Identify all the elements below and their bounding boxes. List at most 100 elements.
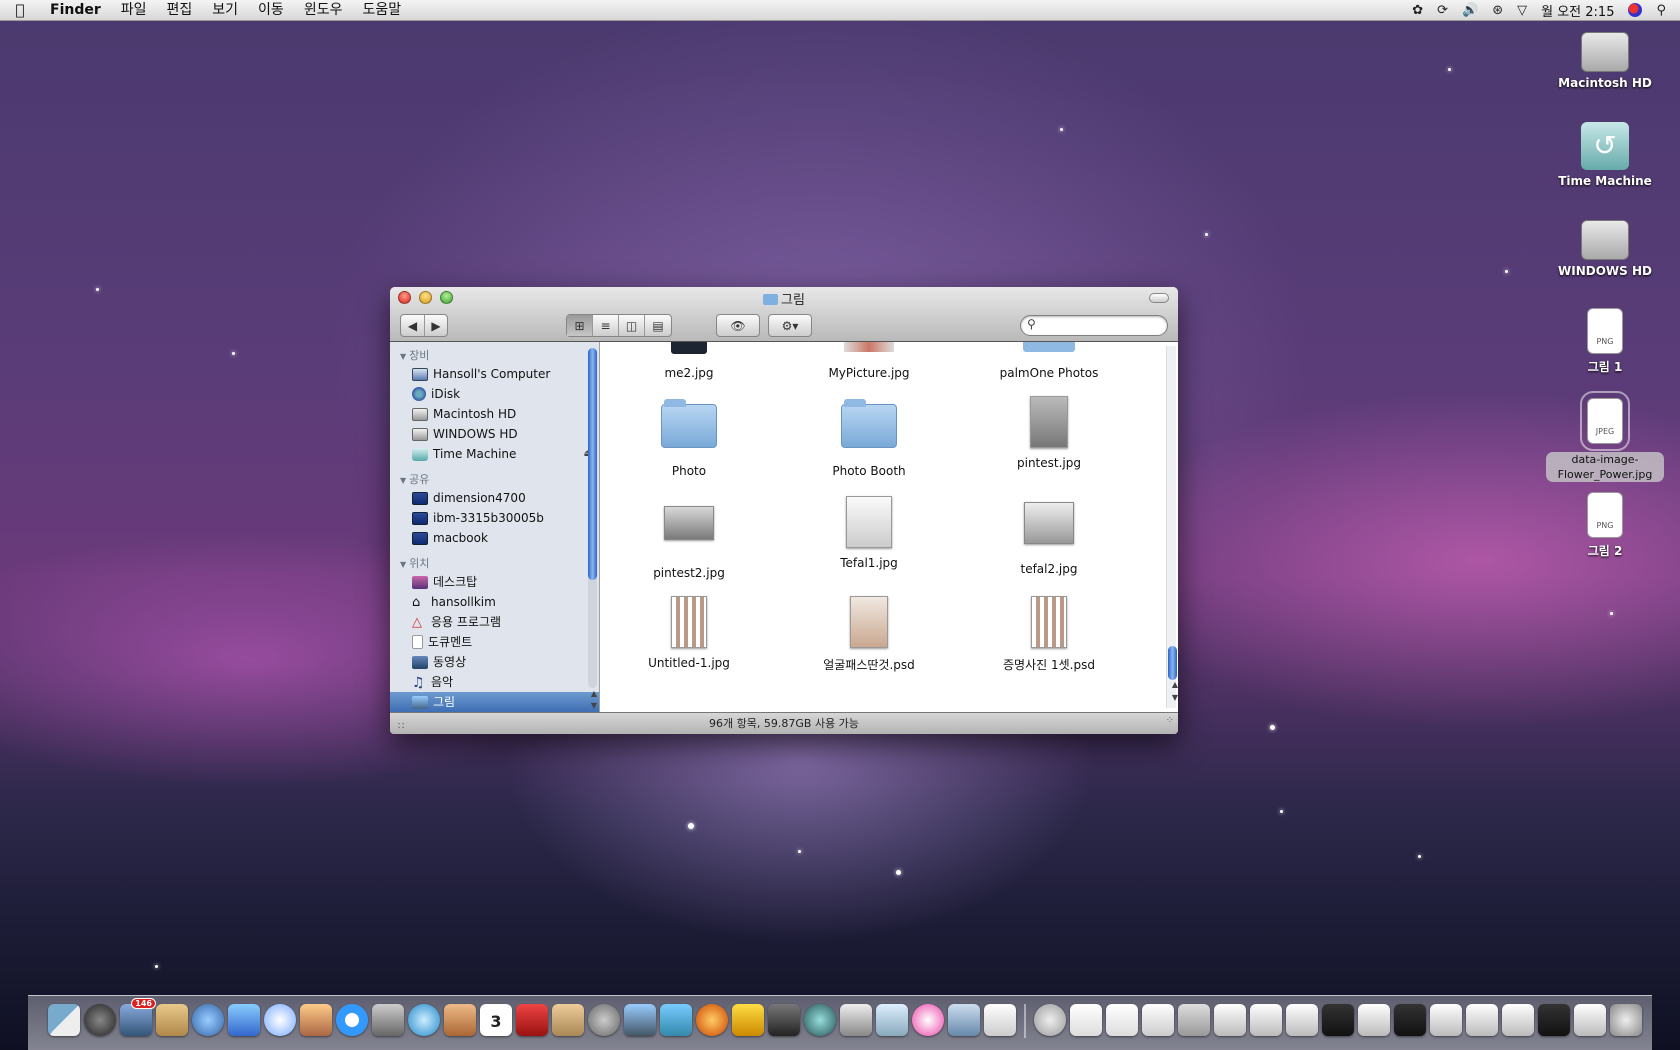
- safari-icon[interactable]: [192, 1004, 224, 1036]
- resize-grip-icon[interactable]: ⁘: [1166, 710, 1174, 731]
- minimized-window-icon[interactable]: [1430, 1004, 1462, 1036]
- dashboard-icon[interactable]: [84, 1004, 116, 1036]
- file-item[interactable]: 증명사진 1셋.psd: [969, 594, 1129, 673]
- disclosure-triangle-icon[interactable]: ▼: [400, 473, 406, 489]
- file-item[interactable]: tefal2.jpg: [969, 494, 1129, 576]
- script-menu-icon[interactable]: ✿: [1412, 3, 1423, 18]
- menu-file[interactable]: 파일: [111, 0, 157, 21]
- desktop-icon-time-machine[interactable]: ↺ Time Machine: [1530, 122, 1680, 188]
- downloads-icon[interactable]: [1034, 1004, 1066, 1036]
- app-icon[interactable]: [876, 1004, 908, 1036]
- minimized-window-icon[interactable]: [1394, 1004, 1426, 1036]
- minimized-window-icon[interactable]: [1502, 1004, 1534, 1036]
- content-scrollbar[interactable]: [1166, 346, 1177, 708]
- sidebar-section-shared[interactable]: ▼ 공유: [390, 472, 599, 488]
- minimized-window-icon[interactable]: [1322, 1004, 1354, 1036]
- clock[interactable]: 월 오전 2:15: [1541, 1, 1614, 20]
- sidebar-section-places[interactable]: ▼ 위치: [390, 556, 599, 572]
- bluetooth-icon[interactable]: ⊛: [1492, 3, 1503, 18]
- file-item[interactable]: me2.jpg: [609, 342, 769, 380]
- file-item[interactable]: Photo Booth: [789, 394, 949, 478]
- file-item[interactable]: Photo: [609, 394, 769, 478]
- sidebar-item-time-machine[interactable]: Time Machine⏏: [390, 444, 599, 464]
- desktop-icon-picture-1[interactable]: PNG 그림 1: [1530, 308, 1680, 375]
- sidebar-item-home[interactable]: ⌂ hansollkim: [390, 592, 599, 612]
- time-machine-icon[interactable]: [804, 1004, 836, 1036]
- column-view-button[interactable]: ◫: [619, 315, 645, 336]
- wifi-icon[interactable]: ▽: [1517, 3, 1527, 18]
- document-icon[interactable]: [1106, 1004, 1138, 1036]
- pdf-document-icon[interactable]: [1070, 1004, 1102, 1036]
- spaces-icon[interactable]: [624, 1004, 656, 1036]
- app-icon[interactable]: [732, 1004, 764, 1036]
- menu-help[interactable]: 도움말: [352, 0, 411, 21]
- file-item[interactable]: pintest2.jpg: [609, 494, 769, 580]
- image-capture-icon[interactable]: [840, 1004, 872, 1036]
- window-titlebar[interactable]: 그림 ◀ ▶ ⊞ ≡ ◫ ▤ 👁 ⚙▾ ⚲: [390, 287, 1178, 342]
- file-item[interactable]: palmOne Photos: [969, 342, 1129, 380]
- minimized-window-icon[interactable]: [1538, 1004, 1570, 1036]
- itunes-icon[interactable]: [264, 1004, 296, 1036]
- garageband-icon[interactable]: [444, 1004, 476, 1036]
- file-item[interactable]: Tefal1.jpg: [789, 494, 949, 570]
- sidebar-scroll-thumb[interactable]: [588, 348, 597, 580]
- icon-view-button[interactable]: ⊞: [567, 315, 593, 336]
- minimized-window-icon[interactable]: [1286, 1004, 1318, 1036]
- ichat-icon[interactable]: [228, 1004, 260, 1036]
- sidebar-item-hansolls-computer[interactable]: Hansoll's Computer: [390, 364, 599, 384]
- camera-icon[interactable]: [768, 1004, 800, 1036]
- sidebar-scroll-arrows[interactable]: ▲ ▼: [591, 688, 597, 712]
- preview-icon[interactable]: [552, 1004, 584, 1036]
- document-icon[interactable]: [1142, 1004, 1174, 1036]
- sidebar-item-macbook[interactable]: macbook: [390, 528, 599, 548]
- sidebar-item-macintosh-hd[interactable]: Macintosh HD: [390, 404, 599, 424]
- minimized-window-icon[interactable]: [1574, 1004, 1606, 1036]
- minimized-window-icon[interactable]: [1178, 1004, 1210, 1036]
- minimized-window-icon[interactable]: [1358, 1004, 1390, 1036]
- menu-window[interactable]: 윈도우: [294, 0, 353, 21]
- quick-look-button[interactable]: 👁: [716, 314, 760, 337]
- quicktime-icon[interactable]: [336, 1004, 368, 1036]
- search-field[interactable]: ⚲: [1020, 315, 1168, 336]
- disclosure-triangle-icon[interactable]: ▼: [400, 557, 406, 573]
- spotlight-icon[interactable]: ⚲: [1656, 3, 1666, 18]
- back-button[interactable]: ◀: [401, 315, 425, 336]
- app-icon[interactable]: [912, 1004, 944, 1036]
- ical-icon[interactable]: 3: [480, 1004, 512, 1036]
- sidebar-item-applications[interactable]: △ 응용 프로그램: [390, 612, 599, 632]
- desktop-icon-flower-power[interactable]: JPEG data-image-Flower_Power.jpg: [1530, 391, 1680, 482]
- menu-go[interactable]: 이동: [248, 0, 294, 21]
- sidebar-item-documents[interactable]: 도큐멘트: [390, 632, 599, 652]
- desktop-icon-windows-hd[interactable]: WINDOWS HD: [1530, 214, 1680, 278]
- minimized-window-icon[interactable]: [1214, 1004, 1246, 1036]
- file-item[interactable]: Untitled-1.jpg: [609, 594, 769, 670]
- sidebar-item-ibm[interactable]: ibm-3315b30005b: [390, 508, 599, 528]
- sidebar-item-pictures[interactable]: 그림: [390, 692, 599, 712]
- content-scroll-arrows[interactable]: ▲ ▼: [1172, 678, 1178, 704]
- address-book-icon[interactable]: [156, 1004, 188, 1036]
- file-item[interactable]: MyPicture.jpg: [789, 342, 949, 380]
- sidebar-scrollbar[interactable]: [588, 348, 597, 688]
- sidebar-item-music[interactable]: ♫ 음악: [390, 672, 599, 692]
- desktop-icon-macintosh-hd[interactable]: Macintosh HD: [1530, 26, 1680, 90]
- input-source-icon[interactable]: [1628, 3, 1643, 17]
- action-menu-button[interactable]: ⚙▾: [768, 314, 812, 337]
- search-input[interactable]: [1043, 318, 1161, 333]
- imovie-icon[interactable]: [372, 1004, 404, 1036]
- sidebar-item-movies[interactable]: 동영상: [390, 652, 599, 672]
- content-scroll-thumb[interactable]: [1168, 646, 1177, 680]
- finder-icon[interactable]: [48, 1004, 80, 1036]
- sidebar-item-idisk[interactable]: iDisk: [390, 384, 599, 404]
- system-preferences-icon[interactable]: [588, 1004, 620, 1036]
- file-item[interactable]: pintest.jpg: [969, 394, 1129, 470]
- textedit-icon[interactable]: [984, 1004, 1016, 1036]
- minimized-window-icon[interactable]: [1250, 1004, 1282, 1036]
- sidebar-item-windows-hd[interactable]: WINDOWS HD: [390, 424, 599, 444]
- app-icon[interactable]: [948, 1004, 980, 1036]
- trash-icon[interactable]: [1610, 1004, 1642, 1036]
- mail-icon[interactable]: 146: [120, 998, 156, 1036]
- sidebar-item-dimension4700[interactable]: dimension4700: [390, 488, 599, 508]
- toolbar-toggle-button[interactable]: [1149, 293, 1169, 303]
- sync-icon[interactable]: ⟳: [1437, 3, 1448, 18]
- firefox-icon[interactable]: [696, 1004, 728, 1036]
